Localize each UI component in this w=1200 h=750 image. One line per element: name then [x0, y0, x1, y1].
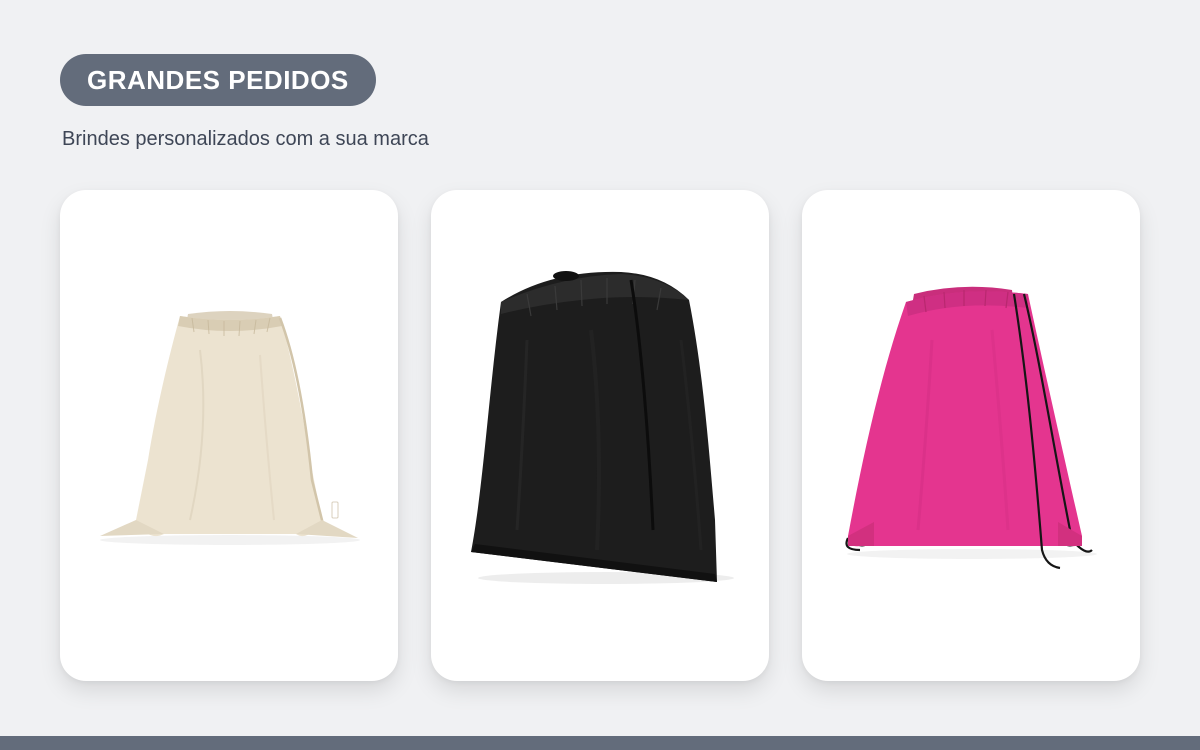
product-card-pink-bag[interactable]: [802, 190, 1140, 681]
product-card-grid: [60, 190, 1140, 681]
product-card-beige-bag[interactable]: [60, 190, 398, 681]
pink-drawstring-bag-image: [845, 286, 1097, 570]
footer-bar: [0, 736, 1200, 750]
section-subtitle: Brindes personalizados com a sua marca: [62, 128, 429, 150]
beige-drawstring-bag-image: [100, 311, 360, 545]
black-drawstring-bag-image: [471, 271, 734, 584]
product-card-black-bag[interactable]: [431, 190, 769, 681]
section-badge: GRANDES PEDIDOS: [60, 54, 376, 106]
